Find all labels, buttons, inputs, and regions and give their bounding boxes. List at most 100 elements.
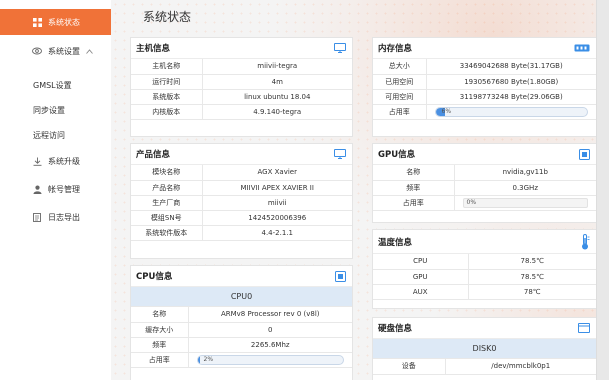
row-value: 78.5℃ — [468, 254, 596, 270]
row-label: 系统版本 — [131, 89, 203, 105]
monitor-icon — [334, 43, 346, 53]
sidebar-subitem-gmsl[interactable]: GMSL设置 — [33, 80, 72, 91]
monitor-icon — [334, 149, 346, 159]
host-info-panel: 主机信息 主机名称 miivii-tegra 运行时间 4m 系统版本 linux u… — [130, 37, 353, 137]
panel-header: 主机信息 — [131, 38, 352, 59]
memory-usage-progress: 6% — [434, 106, 588, 117]
table-row: 占用率 0% — [373, 195, 596, 211]
progress-text: 6% — [441, 107, 452, 115]
row-label: 已用空间 — [373, 74, 427, 90]
row-label: GPU — [373, 269, 469, 285]
row-label: 占用率 — [373, 195, 455, 211]
panel-title: GPU信息 — [378, 150, 416, 160]
sidebar-item-label: 帐号管理 — [48, 184, 80, 194]
eye-icon — [32, 46, 42, 56]
row-value: 31198773248 Byte(29.06GB) — [426, 89, 596, 105]
row-label: AUX — [373, 284, 469, 300]
table-row: 生产厂商 miivii — [131, 195, 352, 211]
table-row: 内核版本 4.9.140-tegra — [131, 104, 352, 120]
memory-info-table: 总大小 33469042688 Byte(31.17GB) 已用空间 1930567… — [373, 59, 596, 120]
row-value: 4m — [202, 74, 352, 90]
row-value: 2265.6Mhz — [188, 337, 352, 353]
disk-info-table: 设备/dev/mmcblk0p1 — [373, 359, 596, 375]
progress-text: 0% — [466, 198, 477, 206]
table-row: CPU 78.5℃ — [373, 254, 596, 270]
panel-header: CPU信息 — [131, 266, 352, 287]
row-value: 2% — [188, 352, 352, 368]
panel-title: 产品信息 — [136, 150, 171, 160]
chevron-up-icon — [86, 48, 93, 54]
row-label: 模块名称 — [131, 165, 203, 181]
sidebar-item-system-upgrade[interactable]: 系统升级 — [0, 148, 111, 174]
row-label: 生产厂商 — [131, 195, 203, 211]
sidebar-subitem-sync[interactable]: 同步设置 — [33, 105, 65, 116]
row-value: 33469042688 Byte(31.17GB) — [426, 59, 596, 75]
row-label: 占用率 — [131, 352, 189, 368]
sidebar-item-log-export[interactable]: 日志导出 — [0, 204, 111, 230]
row-label: 系统软件版本 — [131, 225, 203, 241]
disk-info-panel: 硬盘信息 DISK0 设备/dev/mmcblk0p1 — [372, 317, 597, 380]
row-value: 1930567680 Byte(1.80GB) — [426, 74, 596, 90]
table-row: 产品名称 MIIVII APEX XAVIER II — [131, 180, 352, 196]
panel-header: 产品信息 — [131, 144, 352, 165]
row-label: 内核版本 — [131, 104, 203, 120]
page-title: 系统状态 — [143, 10, 192, 24]
row-label: 频率 — [373, 180, 455, 196]
row-value: 4.4-2.1.1 — [202, 225, 352, 241]
product-info-panel: 产品信息 模块名称 AGX Xavier 产品名称 MIIVII APEX XAVI… — [130, 143, 353, 259]
row-label: 缓存大小 — [131, 322, 189, 338]
row-label: 运行时间 — [131, 74, 203, 90]
sidebar-item-system-status[interactable]: 系统状态 — [0, 9, 111, 35]
row-value: 6% — [426, 104, 596, 120]
table-row: 可用空间 31198773248 Byte(29.06GB) — [373, 89, 596, 105]
product-info-table: 模块名称 AGX Xavier 产品名称 MIIVII APEX XAVIER II… — [131, 165, 352, 241]
cpu-usage-progress: 2% — [196, 354, 344, 365]
row-label: 名称 — [373, 165, 455, 181]
row-value: linux ubuntu 18.04 — [202, 89, 352, 105]
cpu-info-table: 名称 ARMv8 Processor rev 0 (v8l) 缓存大小 0 频率 22… — [131, 307, 352, 368]
row-value: 78℃ — [468, 284, 596, 300]
sidebar-subitem-remote[interactable]: 远程访问 — [33, 130, 65, 141]
panel-header: 内存信息 — [373, 38, 596, 59]
row-label: CPU — [373, 254, 469, 270]
host-info-table: 主机名称 miivii-tegra 运行时间 4m 系统版本 linux ubuntu… — [131, 59, 352, 120]
panel-header: 温度信息 — [373, 230, 596, 254]
sidebar-item-label: 系统升级 — [48, 156, 80, 166]
panel-title: CPU信息 — [136, 272, 173, 282]
panel-title: 内存信息 — [378, 44, 413, 54]
progress-text: 2% — [203, 355, 214, 363]
sidebar: 系统状态 系统设置 GMSL设置 同步设置 远程访问 系统升级 帐号管理 日志导… — [0, 0, 111, 380]
row-value: 0.3GHz — [454, 180, 596, 196]
memory-info-panel: 内存信息 总大小 33469042688 Byte(31.17GB) 已用空间 19… — [372, 37, 597, 137]
panel-header: 硬盘信息 — [373, 318, 596, 339]
disk-group-header: DISK0 — [373, 339, 596, 359]
progress-fill — [197, 355, 201, 364]
sidebar-item-label: 系统状态 — [48, 17, 80, 27]
table-row: AUX 78℃ — [373, 284, 596, 300]
sidebar-item-label: 日志导出 — [48, 212, 80, 222]
row-label: 频率 — [131, 337, 189, 353]
sidebar-item-account[interactable]: 帐号管理 — [0, 176, 111, 202]
row-value: 78.5℃ — [468, 269, 596, 285]
temperature-info-table: CPU 78.5℃ GPU 78.5℃ AUX 78℃ — [373, 254, 596, 300]
row-value: AGX Xavier — [202, 165, 352, 181]
cpu-info-panel: CPU信息 CPU0 名称 ARMv8 Processor rev 0 (v8l)… — [130, 265, 353, 380]
sidebar-item-label: 系统设置 — [48, 46, 80, 56]
row-value: 4.9.140-tegra — [202, 104, 352, 120]
row-label: 总大小 — [373, 59, 427, 75]
panel-title: 温度信息 — [378, 237, 413, 248]
table-row: 名称 nvidia,gv11b — [373, 165, 596, 181]
row-value: 0% — [454, 195, 596, 211]
table-row: 系统版本 linux ubuntu 18.04 — [131, 89, 352, 105]
row-label: 主机名称 — [131, 59, 203, 75]
row-value: /dev/mmcblk0p1 — [445, 359, 596, 375]
row-label: 产品名称 — [131, 180, 203, 196]
row-label: 模组SN号 — [131, 210, 203, 226]
panel-title: 主机信息 — [136, 44, 171, 54]
table-row: 名称 ARMv8 Processor rev 0 (v8l) — [131, 307, 352, 323]
row-value: MIIVII APEX XAVIER II — [202, 180, 352, 196]
gpu-usage-progress: 0% — [462, 197, 588, 208]
row-value: nvidia,gv11b — [454, 165, 596, 181]
sidebar-item-system-settings[interactable]: 系统设置 — [0, 38, 111, 64]
table-row: 已用空间 1930567680 Byte(1.80GB) — [373, 74, 596, 90]
